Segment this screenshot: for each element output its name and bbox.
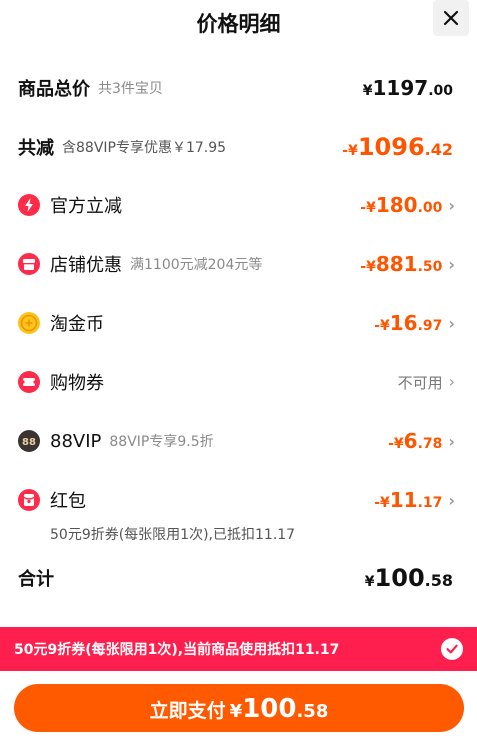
- red-packet-amount: -¥ 11.17 ›: [374, 488, 455, 512]
- close-button[interactable]: [433, 0, 469, 36]
- vip-sub: 88VIP专享9.5折: [109, 434, 214, 450]
- coupon-banner-text: 50元9折券(每张限用1次),当前商品使用抵扣11.17: [14, 642, 340, 658]
- total-reduce-sub: 含88VIP专享优惠￥17.95: [62, 140, 227, 156]
- chevron-right-icon: ›: [448, 314, 455, 333]
- currency-symbol: ¥: [362, 83, 373, 99]
- official-discount-amount: -¥ 180.00 ›: [360, 193, 455, 217]
- goods-total-amount: ¥1197.00: [363, 76, 455, 100]
- voucher-status: 不可用 ›: [398, 372, 455, 393]
- shop-icon: [18, 253, 40, 275]
- red-packet-label: 红包: [50, 491, 86, 512]
- currency-symbol: ¥: [364, 574, 375, 590]
- sum-amount: ¥100.58: [365, 564, 455, 592]
- red-packet-icon: [18, 489, 40, 511]
- amount-int: 6: [403, 429, 418, 453]
- currency-symbol: -¥: [374, 318, 390, 334]
- currency-symbol: -¥: [360, 200, 376, 216]
- voucher-row[interactable]: 购物券 不可用 ›: [18, 367, 455, 397]
- check-icon[interactable]: [441, 638, 463, 660]
- red-packet-row[interactable]: 红包 -¥ 11.17 ›: [18, 485, 455, 515]
- vip-row[interactable]: 88 88VIP 88VIP专享9.5折 -¥ 6.78 ›: [18, 426, 455, 456]
- amount-int: 16: [389, 311, 418, 335]
- sum-row: 合计 ¥100.58: [18, 563, 455, 593]
- official-discount-row[interactable]: 官方立减 -¥ 180.00 ›: [18, 190, 455, 220]
- currency-symbol: -¥: [360, 259, 376, 275]
- amount-int: 11: [389, 488, 418, 512]
- amount-dec: .50: [417, 259, 443, 275]
- lightning-icon: [18, 194, 40, 216]
- amount-dec: .78: [417, 436, 443, 452]
- coin-amount: -¥ 16.97 ›: [374, 311, 455, 335]
- pay-amount-dec: .58: [296, 701, 329, 722]
- total-reduce-label: 共减: [18, 138, 54, 159]
- amount-int: 1096: [357, 133, 425, 161]
- amount-dec: .17: [417, 495, 443, 511]
- page-title: 价格明细: [196, 12, 281, 36]
- amount-int: 1197: [372, 76, 429, 100]
- coin-label: 淘金币: [50, 314, 104, 335]
- pay-now-label: 立即支付: [149, 700, 226, 722]
- currency-symbol: -¥: [342, 143, 358, 159]
- shop-discount-row[interactable]: 店铺优惠 满1100元减204元等 -¥ 881.50 ›: [18, 249, 455, 279]
- amount-int: 180: [375, 193, 418, 217]
- goods-total-row: 商品总价 共3件宝贝 ¥1197.00: [18, 73, 455, 103]
- amount-dec: .58: [424, 571, 453, 590]
- coin-icon: [18, 312, 40, 334]
- coupon-banner[interactable]: 50元9折券(每张限用1次),当前商品使用抵扣11.17: [0, 627, 477, 671]
- close-icon: [443, 10, 459, 26]
- chevron-right-icon: ›: [448, 255, 455, 274]
- red-packet-note: 50元9折券(每张限用1次),已抵扣11.17: [50, 527, 296, 543]
- voucher-status-text: 不可用: [397, 373, 443, 392]
- amount-dec: .00: [417, 200, 443, 216]
- currency-symbol: ¥: [229, 701, 243, 722]
- currency-symbol: -¥: [388, 436, 404, 452]
- ticket-icon: [18, 371, 40, 393]
- amount-dec: .00: [428, 83, 453, 99]
- pay-amount-int: 100: [242, 694, 297, 724]
- amount-int: 881: [375, 252, 418, 276]
- goods-count: 共3件宝贝: [98, 81, 163, 97]
- shop-discount-sub: 满1100元减204元等: [130, 257, 263, 273]
- pay-now-button[interactable]: 立即支付 ¥100.58: [14, 684, 464, 732]
- vip-icon: 88: [18, 430, 40, 452]
- currency-symbol: -¥: [374, 495, 390, 511]
- vip-label: 88VIP: [50, 430, 102, 452]
- amount-int: 100: [374, 564, 425, 592]
- price-detail-sheet: 价格明细 商品总价 共3件宝贝 ¥1197.00 共减 含88VIP专享优惠￥1…: [0, 0, 477, 743]
- sum-label: 合计: [18, 569, 54, 590]
- vip-icon-text: 88: [22, 437, 36, 448]
- total-reduce-amount: -¥ 1096.42: [342, 133, 455, 161]
- amount-dec: .97: [417, 318, 443, 334]
- chevron-right-icon: ›: [448, 491, 455, 510]
- goods-total-label: 商品总价: [18, 79, 90, 100]
- voucher-label: 购物券: [50, 373, 104, 394]
- amount-dec: .42: [424, 140, 453, 159]
- chevron-right-icon: ›: [448, 196, 455, 215]
- chevron-right-icon: ›: [448, 432, 455, 451]
- shop-discount-label: 店铺优惠: [50, 255, 122, 276]
- official-discount-label: 官方立减: [50, 196, 122, 217]
- vip-amount: -¥ 6.78 ›: [388, 429, 455, 453]
- chevron-right-icon: ›: [448, 371, 455, 391]
- coin-row[interactable]: 淘金币 -¥ 16.97 ›: [18, 308, 455, 338]
- shop-discount-amount: -¥ 881.50 ›: [360, 252, 455, 276]
- header: 价格明细: [0, 0, 477, 44]
- total-reduce-row: 共减 含88VIP专享优惠￥17.95 -¥ 1096.42: [18, 132, 455, 162]
